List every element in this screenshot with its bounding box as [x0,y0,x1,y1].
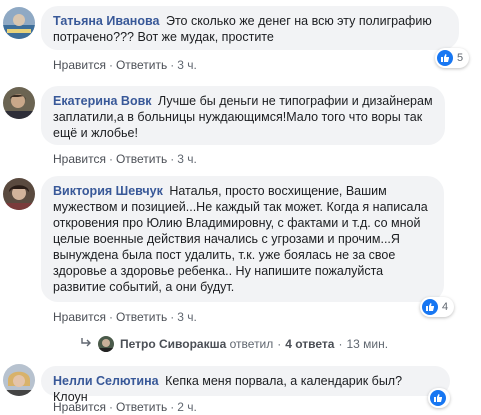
avatar[interactable] [3,178,35,210]
avatar[interactable] [3,7,35,39]
reply-time: 13 мин. [346,337,389,351]
like-icon [437,50,453,66]
separator-dot: · [170,400,175,414]
like-icon [422,299,438,315]
reply-link[interactable]: Ответить [116,152,167,166]
separator-dot: · [170,58,175,72]
reply-author[interactable]: Петро Сиворакша [120,337,226,351]
reaction-count[interactable]: 4 [420,297,454,317]
avatar[interactable] [3,364,35,396]
separator-dot: · [108,58,113,72]
reaction-icon[interactable] [428,388,450,408]
reply-link[interactable]: Ответить [116,310,167,324]
separator-dot: · [170,310,175,324]
reply-action-text: ответил [229,337,274,351]
comment-text: Наталья, просто восхищение, Вашим мужест… [53,184,428,294]
avatar[interactable] [3,87,35,119]
reply-arrow-icon [80,337,92,351]
separator-dot: · [170,152,175,166]
comment-actions: Нравится · Ответить · 2 ч. [53,400,197,414]
comment-bubble: Нелли Селютина Кепка меня порвала, а кал… [41,366,450,404]
comment-actions: Нравится · Ответить · 3 ч. [53,310,197,324]
reaction-number: 5 [457,52,464,64]
comment-author[interactable]: Екатерина Вовк [53,94,152,108]
separator-dot: · [338,337,343,351]
avatar [98,336,114,352]
reaction-count[interactable]: 5 [435,48,469,68]
comment-author[interactable]: Виктория Шевчук [53,184,163,198]
separator-dot: · [277,337,282,351]
separator-dot: · [108,400,113,414]
comment-bubble: Татьяна Иванова Это сколько же денег на … [41,6,459,50]
comment-author[interactable]: Нелли Селютина [53,374,159,388]
like-link[interactable]: Нравится [53,58,106,72]
like-link[interactable]: Нравится [53,400,106,414]
like-link[interactable]: Нравится [53,152,106,166]
comment-time[interactable]: 3 ч. [177,58,197,72]
like-icon [430,390,446,406]
replies-count-link[interactable]: 4 ответа [285,337,334,351]
replies-summary[interactable]: Петро Сиворакша ответил · 4 ответа · 13 … [80,336,388,352]
comment-bubble: Екатерина Вовк Лучше бы деньги не типогр… [41,86,445,145]
separator-dot: · [108,152,113,166]
reaction-number: 4 [442,301,449,313]
reply-link[interactable]: Ответить [116,58,167,72]
comment-actions: Нравится · Ответить · 3 ч. [53,58,197,72]
separator-dot: · [108,310,113,324]
comment-time[interactable]: 2 ч. [177,400,197,414]
comment-time[interactable]: 3 ч. [177,310,197,324]
comment-bubble: Виктория Шевчук Наталья, просто восхищен… [41,176,444,302]
like-link[interactable]: Нравится [53,310,106,324]
comment-time[interactable]: 3 ч. [177,152,197,166]
reply-link[interactable]: Ответить [116,400,167,414]
comment-actions: Нравится · Ответить · 3 ч. [53,152,197,166]
comment-author[interactable]: Татьяна Иванова [53,14,159,28]
